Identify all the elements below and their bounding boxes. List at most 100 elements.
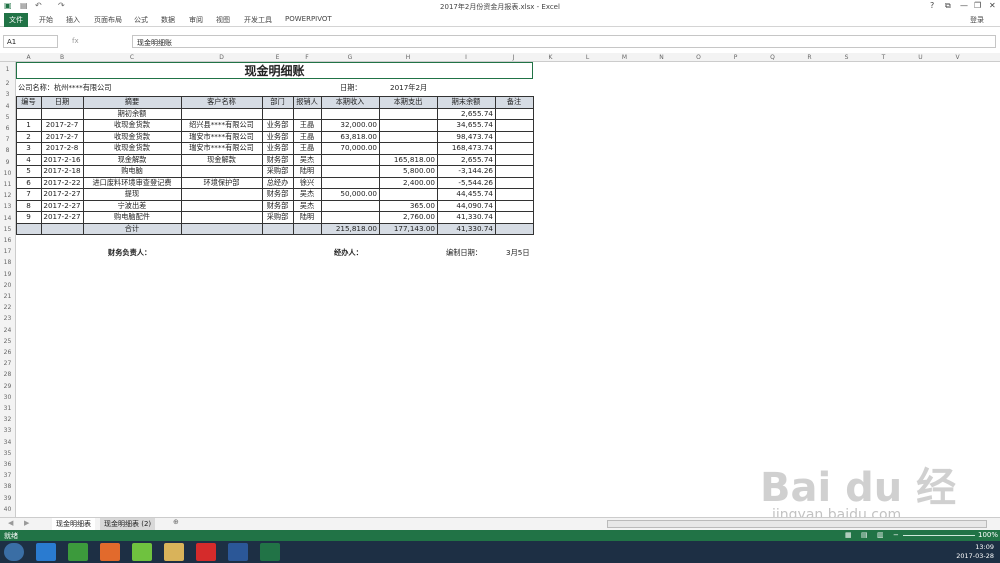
column-header[interactable]: V <box>939 54 976 61</box>
page-layout-icon[interactable]: ▤ <box>861 531 868 539</box>
firefox-icon[interactable] <box>100 543 120 561</box>
360-browser-icon[interactable] <box>68 543 88 561</box>
row-header[interactable]: 23 <box>0 315 15 322</box>
normal-view-icon[interactable]: ▦ <box>845 531 852 539</box>
add-sheet-icon[interactable]: ⊕ <box>173 518 179 526</box>
row-header[interactable]: 10 <box>0 170 15 177</box>
row-header[interactable]: 6 <box>0 125 15 132</box>
row-header[interactable]: 8 <box>0 147 15 154</box>
row-header[interactable]: 35 <box>0 450 15 457</box>
column-header[interactable]: F <box>293 54 321 61</box>
row-header[interactable]: 19 <box>0 271 15 278</box>
tab-insert[interactable]: 插入 <box>66 15 80 25</box>
row-header[interactable]: 18 <box>0 259 15 266</box>
tab-page-layout[interactable]: 页面布局 <box>94 15 122 25</box>
row-header[interactable]: 32 <box>0 416 15 423</box>
sheet-tab-2[interactable]: 现金明细表 (2) <box>100 518 156 530</box>
row-header[interactable]: 28 <box>0 371 15 378</box>
row-header[interactable]: 11 <box>0 181 15 188</box>
row-header[interactable]: 34 <box>0 439 15 446</box>
row-header[interactable]: 38 <box>0 483 15 490</box>
worksheet-grid[interactable]: 现金明细账 公司名称：杭州****有限公司 日期： 2017年2月 编号 日期 摘要… <box>16 62 1000 517</box>
column-header[interactable]: J <box>495 54 532 61</box>
tab-powerpivot[interactable]: POWERPIVOT <box>285 15 332 23</box>
column-header[interactable]: G <box>321 54 379 61</box>
ribbon-display-icon[interactable]: ⧉ <box>945 1 951 11</box>
row-header[interactable]: 13 <box>0 203 15 210</box>
scroll-left-icon[interactable]: ◀ <box>8 519 13 527</box>
row-header[interactable]: 3 <box>0 91 15 98</box>
column-header[interactable]: N <box>643 54 680 61</box>
close-button[interactable]: ✕ <box>989 1 996 10</box>
tab-data[interactable]: 数据 <box>161 15 175 25</box>
column-header[interactable]: L <box>569 54 606 61</box>
row-header[interactable]: 29 <box>0 383 15 390</box>
horizontal-scrollbar[interactable] <box>607 520 987 528</box>
name-box[interactable]: A1 <box>3 35 58 48</box>
row-header[interactable]: 16 <box>0 237 15 244</box>
row-header[interactable]: 4 <box>0 103 15 110</box>
row-header[interactable]: 2 <box>0 80 15 87</box>
tab-file[interactable]: 文件 <box>4 13 28 27</box>
column-header[interactable]: P <box>717 54 754 61</box>
zoom-level[interactable]: 100% <box>978 531 998 539</box>
column-header[interactable]: D <box>181 54 262 61</box>
row-header[interactable]: 25 <box>0 338 15 345</box>
row-header[interactable]: 21 <box>0 293 15 300</box>
row-header[interactable]: 15 <box>0 226 15 233</box>
app-icon[interactable] <box>132 543 152 561</box>
row-header[interactable]: 26 <box>0 349 15 356</box>
row-header[interactable]: 37 <box>0 472 15 479</box>
row-header[interactable]: 17 <box>0 248 15 255</box>
column-header[interactable]: S <box>828 54 865 61</box>
row-header[interactable]: 9 <box>0 159 15 166</box>
row-header[interactable]: 1 <box>0 66 15 73</box>
minimize-button[interactable]: — <box>960 1 968 10</box>
column-header[interactable]: M <box>606 54 643 61</box>
sheet-tab-1[interactable]: 现金明细表 <box>52 518 95 530</box>
row-header[interactable]: 14 <box>0 215 15 222</box>
row-header[interactable]: 36 <box>0 461 15 468</box>
fx-icon[interactable]: fx <box>72 37 79 45</box>
column-header[interactable]: H <box>379 54 437 61</box>
tab-formulas[interactable]: 公式 <box>134 15 148 25</box>
clock-time[interactable]: 13:09 <box>956 543 994 552</box>
tab-developer[interactable]: 开发工具 <box>244 15 272 25</box>
zoom-slider[interactable] <box>903 535 975 536</box>
start-button-icon[interactable] <box>4 543 24 561</box>
column-header[interactable]: C <box>83 54 181 61</box>
column-header[interactable]: K <box>532 54 569 61</box>
excel-icon[interactable] <box>260 543 280 561</box>
column-header[interactable]: E <box>262 54 293 61</box>
column-header[interactable]: A <box>16 54 41 61</box>
tab-review[interactable]: 审阅 <box>189 15 203 25</box>
restore-button[interactable]: ❐ <box>974 1 981 10</box>
login-link[interactable]: 登录 <box>970 15 984 25</box>
help-button[interactable]: ? <box>930 1 934 10</box>
row-header[interactable]: 5 <box>0 114 15 121</box>
row-header[interactable]: 20 <box>0 282 15 289</box>
column-header[interactable]: T <box>865 54 902 61</box>
tab-view[interactable]: 视图 <box>216 15 230 25</box>
page-break-icon[interactable]: ▥ <box>877 531 884 539</box>
row-header[interactable]: 12 <box>0 192 15 199</box>
scroll-right-icon[interactable]: ▶ <box>24 519 29 527</box>
zoom-out-icon[interactable]: − <box>893 531 899 539</box>
row-header[interactable]: 27 <box>0 360 15 367</box>
row-header[interactable]: 39 <box>0 495 15 502</box>
youdao-icon[interactable] <box>196 543 216 561</box>
tab-home[interactable]: 开始 <box>39 15 53 25</box>
formula-input[interactable]: 现金明细账 <box>132 35 996 48</box>
column-header[interactable]: B <box>41 54 83 61</box>
ie-icon[interactable] <box>36 543 56 561</box>
clock-date[interactable]: 2017-03-28 <box>956 552 994 561</box>
row-header[interactable]: 40 <box>0 506 15 513</box>
row-header[interactable]: 24 <box>0 327 15 334</box>
row-header[interactable]: 31 <box>0 405 15 412</box>
row-header[interactable]: 22 <box>0 304 15 311</box>
row-header[interactable]: 33 <box>0 427 15 434</box>
folder-icon[interactable] <box>164 543 184 561</box>
column-header[interactable]: O <box>680 54 717 61</box>
column-header[interactable]: I <box>437 54 495 61</box>
column-header[interactable]: U <box>902 54 939 61</box>
